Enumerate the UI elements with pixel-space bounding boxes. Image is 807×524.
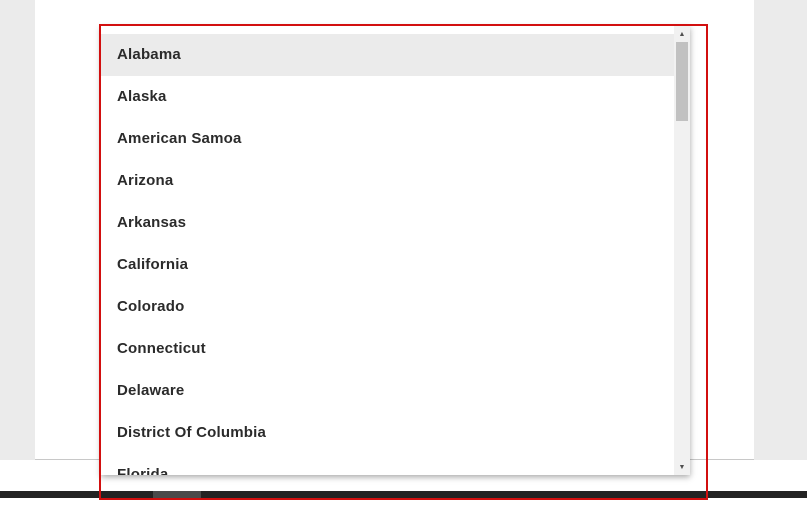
footer-tab-indicator: [153, 491, 201, 498]
dropdown-option[interactable]: Florida: [101, 454, 674, 475]
state-dropdown-list[interactable]: Alabama Alaska American Samoa Arizona Ar…: [101, 26, 690, 475]
dropdown-option[interactable]: District Of Columbia: [101, 412, 674, 454]
dropdown-option[interactable]: Connecticut: [101, 328, 674, 370]
dropdown-scrollbar[interactable]: ▲ ▼: [674, 26, 690, 475]
dropdown-option[interactable]: Arizona: [101, 160, 674, 202]
dropdown-option[interactable]: Colorado: [101, 286, 674, 328]
dropdown-option[interactable]: California: [101, 244, 674, 286]
dropdown-option[interactable]: Delaware: [101, 370, 674, 412]
dropdown-option[interactable]: Arkansas: [101, 202, 674, 244]
page: Alabama Alaska American Samoa Arizona Ar…: [0, 0, 807, 524]
dropdown-option[interactable]: Alabama: [101, 34, 674, 76]
dropdown-option[interactable]: American Samoa: [101, 118, 674, 160]
dropdown-options: Alabama Alaska American Samoa Arizona Ar…: [101, 34, 674, 475]
dropdown-option[interactable]: Alaska: [101, 76, 674, 118]
footer-bar: [0, 491, 807, 498]
bottom-area: [0, 498, 807, 524]
scrollbar-thumb[interactable]: [676, 42, 688, 121]
triangle-up-icon[interactable]: ▲: [674, 27, 690, 41]
triangle-down-icon[interactable]: ▼: [674, 460, 690, 474]
